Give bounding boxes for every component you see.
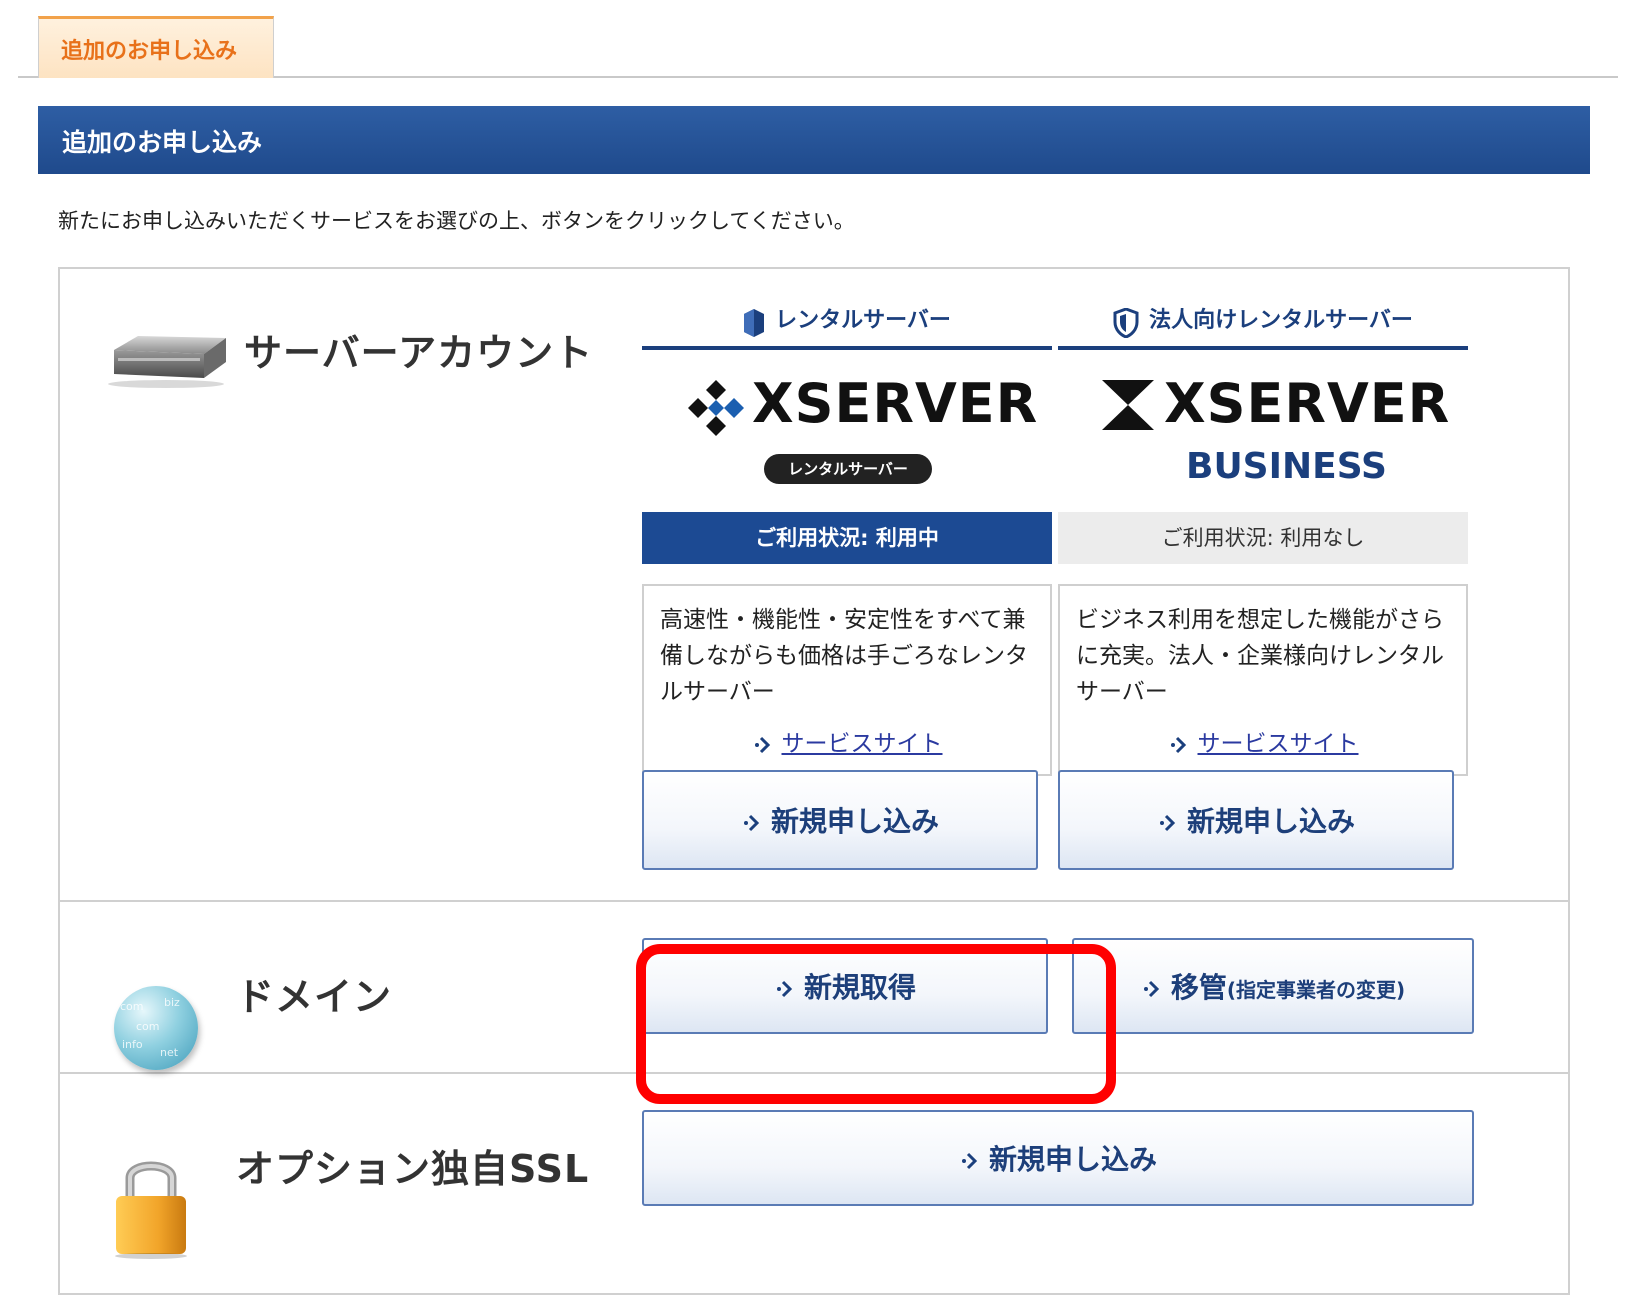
highlight-annotation <box>636 944 1116 1104</box>
xserver-logo-badge: レンタルサーバー <box>764 454 932 484</box>
globe-icon: com biz com info net <box>114 986 198 1070</box>
arrow-right-icon <box>754 736 770 753</box>
xserver-logo: XSERVER レンタルサーバー <box>642 372 1052 486</box>
column-header-label: 法人向けレンタルサーバー <box>1149 308 1413 333</box>
globe-word: com <box>136 1020 160 1033</box>
intro-text: 新たにお申し込みいただくサービスをお選びの上、ボタンをクリックしてください。 <box>58 209 855 233</box>
button-label: 新規申し込み <box>1186 805 1355 838</box>
ssl-option-label: オプション独自SSL <box>236 1147 590 1191</box>
row-divider <box>58 900 1570 902</box>
section-title: 追加のお申し込み <box>62 128 263 157</box>
status-rental: ご利用状況: 利用中 <box>642 512 1052 564</box>
ssl-new-application-button[interactable]: 新規申し込み <box>642 1110 1474 1206</box>
arrow-right-icon <box>961 1152 978 1170</box>
globe-word: biz <box>164 996 180 1009</box>
description-text: 高速性・機能性・安定性をすべて兼備しながらも価格は手ごろなレンタルサーバー <box>660 607 1028 705</box>
tab-label: 追加のお申し込み <box>61 39 238 64</box>
service-site-link-rental[interactable]: サービスサイト <box>644 724 1050 758</box>
lock-icon <box>115 1161 187 1259</box>
arrow-right-icon <box>743 814 760 832</box>
service-site-link-text[interactable]: サービスサイト <box>1198 731 1359 757</box>
column-header-label: レンタルサーバー <box>775 308 951 333</box>
description-text: ビジネス利用を想定した機能がさらに充実。法人・企業様向けレンタルサーバー <box>1076 607 1444 705</box>
rental-server-icon <box>744 308 765 337</box>
xserver-business-logo-sub: BUSINESS <box>1186 446 1387 487</box>
arrow-right-icon <box>1170 736 1186 753</box>
status-business: ご利用状況: 利用なし <box>1058 512 1468 564</box>
service-site-link-text[interactable]: サービスサイト <box>782 731 943 757</box>
globe-word: net <box>160 1046 179 1059</box>
button-label: 移管 <box>1170 971 1227 1004</box>
shield-icon <box>1113 307 1139 338</box>
column-header-business: 法人向けレンタルサーバー <box>1058 298 1468 350</box>
globe-word: com <box>120 1000 144 1013</box>
xserver-business-mark-icon <box>1102 380 1154 430</box>
server-icon <box>108 336 226 388</box>
domain-transfer-button[interactable]: 移管(指定事業者の変更) <box>1072 938 1474 1034</box>
section-header: 追加のお申し込み <box>38 106 1590 174</box>
button-label: 新規申し込み <box>770 805 939 838</box>
service-site-link-business[interactable]: サービスサイト <box>1060 724 1466 758</box>
button-label: 新規申し込み <box>988 1143 1157 1176</box>
column-header-rental: レンタルサーバー <box>642 298 1052 350</box>
arrow-right-icon <box>1159 814 1176 832</box>
server-account-label: サーバーアカウント <box>244 331 594 375</box>
business-new-application-button[interactable]: 新規申し込み <box>1058 770 1454 870</box>
description-business: ビジネス利用を想定した機能がさらに充実。法人・企業様向けレンタルサーバー サービ… <box>1058 584 1468 776</box>
xserver-logo-text: XSERVER <box>752 372 1039 435</box>
xserver-business-logo-text: XSERVER <box>1164 372 1451 435</box>
domain-label: ドメイン <box>236 975 393 1019</box>
arrow-right-icon <box>1143 980 1159 998</box>
xserver-business-logo: XSERVER BUSINESS <box>1058 372 1468 487</box>
globe-word: info <box>122 1038 143 1051</box>
tab-additional-application[interactable]: 追加のお申し込み <box>38 16 274 78</box>
button-note: (指定事業者の変更) <box>1226 978 1406 1002</box>
xserver-diamond-icon <box>688 380 744 436</box>
description-rental: 高速性・機能性・安定性をすべて兼備しながらも価格は手ごろなレンタルサーバー サー… <box>642 584 1052 776</box>
rental-new-application-button[interactable]: 新規申し込み <box>642 770 1038 870</box>
